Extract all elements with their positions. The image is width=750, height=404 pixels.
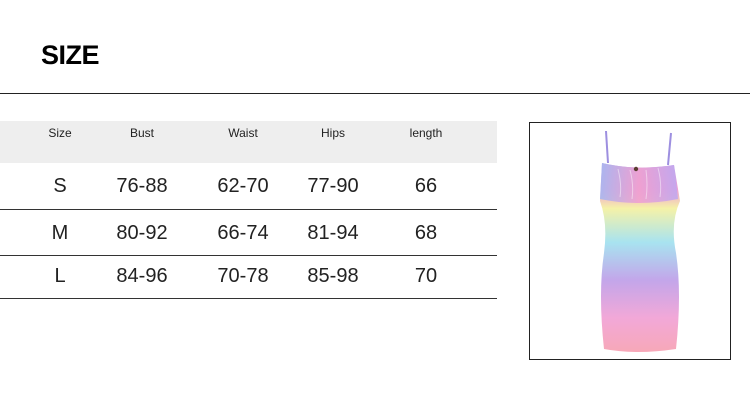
product-photo-frame [529, 122, 731, 360]
waist-cell: 70-78 [217, 265, 269, 287]
bust-cell: 80-92 [116, 222, 168, 244]
left-strap [605, 130, 609, 164]
length-cell: 66 [414, 175, 438, 197]
header-hips: Hips [320, 126, 346, 140]
size-table: Size Bust Waist Hips length S 76-88 62-7… [0, 121, 497, 299]
page-title: SIZE [41, 40, 100, 70]
table-row: S 76-88 62-70 77-90 66 [0, 163, 497, 210]
dress-bust [600, 163, 678, 203]
right-strap [667, 132, 672, 166]
header-length: length [409, 126, 443, 140]
header-size: Size [48, 126, 72, 140]
dress-image [600, 130, 680, 352]
table-header: Size Bust Waist Hips length [0, 121, 497, 163]
size-cell: L [54, 265, 66, 287]
size-cell: S [53, 175, 67, 197]
length-cell: 70 [414, 265, 438, 287]
waist-cell: 66-74 [217, 222, 269, 244]
hips-cell: 77-90 [307, 175, 359, 197]
table-row: M 80-92 66-74 81-94 68 [0, 210, 497, 256]
header-waist: Waist [228, 126, 258, 140]
hips-cell: 81-94 [307, 222, 359, 244]
bust-cell: 76-88 [116, 175, 168, 197]
length-cell: 68 [414, 222, 438, 244]
waist-cell: 62-70 [217, 175, 269, 197]
header-bust: Bust [129, 126, 155, 140]
title-divider [0, 93, 750, 94]
table-row: L 84-96 70-78 85-98 70 [0, 256, 497, 299]
hips-cell: 85-98 [307, 265, 359, 287]
front-tie [633, 166, 639, 172]
bust-cell: 84-96 [116, 265, 168, 287]
size-cell: M [51, 222, 69, 244]
